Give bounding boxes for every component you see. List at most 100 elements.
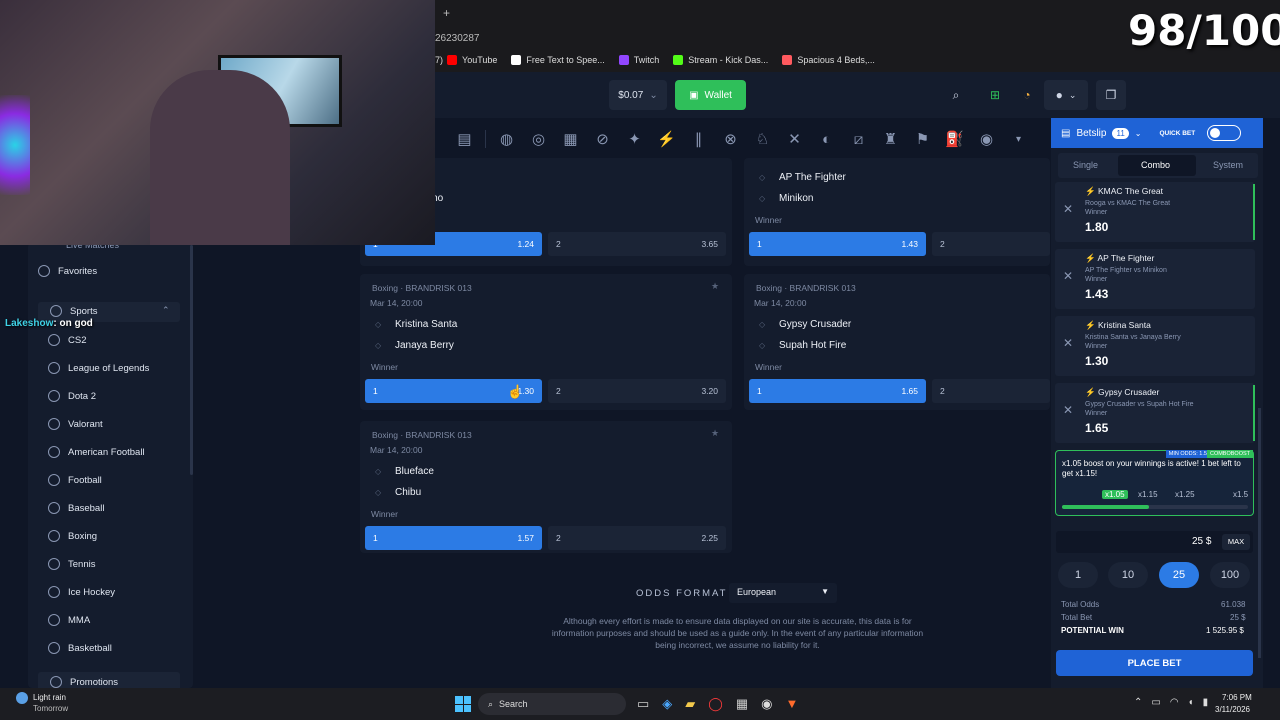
sidebar-item-lol[interactable]: League of Legends <box>48 362 149 374</box>
bookmark-twitch[interactable]: Twitch <box>618 55 659 65</box>
chrome-icon[interactable]: ◉ <box>761 696 772 712</box>
esports-icon[interactable]: ▤ <box>453 130 476 148</box>
racing-icon[interactable]: ⚑ <box>911 130 934 148</box>
odd-button-2[interactable]: 2 3.20 <box>548 379 726 403</box>
betslip-scrollbar[interactable] <box>1258 408 1261 658</box>
sidebar-scrollbar[interactable] <box>190 245 193 475</box>
baseball-icon <box>48 502 60 514</box>
mma-icon <box>48 614 60 626</box>
wifi-icon[interactable]: ◠ <box>1170 697 1179 708</box>
tennis-icon[interactable]: ⊘ <box>591 130 614 148</box>
boxing-icon[interactable]: ✦ <box>623 130 646 148</box>
sidebar-item-baseball[interactable]: Baseball <box>48 502 104 514</box>
bookmark-tts[interactable]: Free Text to Spee... <box>511 55 605 65</box>
bell-icon[interactable]: ◔ <box>1012 80 1042 110</box>
taskbar-search[interactable]: ⌕ Search <box>478 693 626 715</box>
league-icon[interactable]: ◐ <box>815 131 838 148</box>
new-tab-button[interactable]: + <box>443 6 450 20</box>
badminton-icon[interactable]: ⊗ <box>719 130 742 148</box>
horse-icon[interactable]: ♘ <box>751 130 774 148</box>
weather-text[interactable]: Light rain <box>33 693 66 702</box>
odd-button-1[interactable]: 1 1.57 <box>365 526 542 550</box>
search-icon[interactable]: ⌕ <box>941 80 971 110</box>
user-menu-button[interactable]: ● ⌄ <box>1044 80 1088 110</box>
brave-icon[interactable]: ▼ <box>786 696 799 712</box>
stake-chip-1[interactable]: 1 <box>1058 562 1098 588</box>
valorant-icon[interactable]: ✕ <box>783 130 806 148</box>
basketball-icon[interactable]: ◎ <box>527 130 550 148</box>
volume-icon[interactable]: ◖ <box>1188 697 1194 708</box>
odd-button-2[interactable]: 2 <box>932 232 1050 256</box>
store-icon[interactable]: ▦ <box>736 696 748 712</box>
place-bet-button[interactable]: PLACE BET <box>1056 650 1253 676</box>
battery-icon[interactable]: ▮ <box>1203 697 1209 708</box>
special-icon[interactable]: ⚡ <box>655 130 678 148</box>
close-icon[interactable]: ✕ <box>1063 403 1073 417</box>
bookmark-youtube[interactable]: YouTube <box>447 55 497 65</box>
clock-time[interactable]: 7:06 PM <box>1222 693 1252 702</box>
close-icon[interactable]: ✕ <box>1063 269 1073 283</box>
copilot-icon[interactable]: ◈ <box>662 696 672 712</box>
market-label: Winner <box>755 215 782 225</box>
balance-dropdown[interactable]: $0.07 ⌄ <box>609 80 667 110</box>
stake-chip-25[interactable]: 25 <box>1159 562 1199 588</box>
bookmark-kick[interactable]: Stream - Kick Das... <box>673 55 768 65</box>
chevron-up-icon[interactable]: ⌃ <box>1134 697 1142 708</box>
odd-button-1[interactable]: 1 1.65 <box>749 379 926 403</box>
sidebar-item-tennis[interactable]: Tennis <box>48 558 95 570</box>
sidebar-item-valorant[interactable]: Valorant <box>48 418 103 430</box>
odds-format-select[interactable]: European ▼ <box>729 583 837 603</box>
tab-single[interactable]: Single <box>1073 160 1098 170</box>
file-explorer-icon[interactable]: ▰ <box>685 696 695 712</box>
max-button[interactable]: MAX <box>1222 534 1250 550</box>
weather-icon[interactable] <box>16 692 28 704</box>
chevron-down-icon[interactable]: ⌄ <box>1135 129 1142 138</box>
star-icon[interactable]: ★ <box>711 281 719 292</box>
cricket-icon[interactable]: ∥ <box>687 130 710 148</box>
market-label: Winner <box>371 509 398 519</box>
dota-icon[interactable]: ⧄ <box>847 131 870 148</box>
task-view-icon[interactable]: ▭ <box>637 696 649 712</box>
odd-button-1[interactable]: 1 1.43 <box>749 232 926 256</box>
system-tray: ⌃ ▭ ◠ ◖ ▮ <box>1134 697 1208 708</box>
toggle-knob <box>1210 128 1221 138</box>
sidebar-item-dota2[interactable]: Dota 2 <box>48 390 96 402</box>
odd-button-2[interactable]: 2 3.65 <box>548 232 726 256</box>
quick-bet-toggle[interactable] <box>1207 125 1242 141</box>
close-icon[interactable]: ✕ <box>1063 202 1073 216</box>
stake-chip-10[interactable]: 10 <box>1108 562 1148 588</box>
sidebar-item-promotions[interactable]: Promotions <box>50 676 118 688</box>
bookmark-airbnb[interactable]: Spacious 4 Beds,... <box>782 55 875 65</box>
wallet-button[interactable]: ▣ Wallet <box>675 80 746 110</box>
windows-start-icon[interactable] <box>455 696 471 712</box>
motorsport-icon[interactable]: ⛽ <box>943 130 966 148</box>
stake-chip-100[interactable]: 100 <box>1210 562 1250 588</box>
chevron-up-icon[interactable]: ⌃ <box>162 305 170 316</box>
star-icon[interactable]: ★ <box>711 428 719 439</box>
tab-system[interactable]: System <box>1213 160 1243 170</box>
gift-icon[interactable]: ⊞ <box>980 80 1010 110</box>
sidebar-item-sports[interactable]: Sports <box>50 305 97 317</box>
odd-button-2[interactable]: 2 <box>932 379 1050 403</box>
sidebar-item-basketball[interactable]: Basketball <box>48 642 112 654</box>
monitor-icon[interactable]: ▭ <box>1151 697 1160 708</box>
tab-combo[interactable]: Combo <box>1141 160 1170 170</box>
sidebar-item-football[interactable]: Football <box>48 474 102 486</box>
football-icon[interactable]: ◍ <box>495 130 518 148</box>
clock-date[interactable]: 3/11/2026 <box>1215 705 1250 714</box>
sidebar-item-mma[interactable]: MMA <box>48 614 90 626</box>
boost-level: x1.5 <box>1233 490 1249 499</box>
sidebar-item-cs2[interactable]: CS2 <box>48 334 86 346</box>
close-icon[interactable]: ✕ <box>1063 336 1073 350</box>
sidebar-item-ice-hockey[interactable]: Ice Hockey <box>48 586 115 598</box>
sidebar-item-american-football[interactable]: American Football <box>48 446 145 458</box>
chevron-down-icon[interactable]: ▾ <box>1007 134 1030 145</box>
chat-icon[interactable]: ❐ <box>1096 80 1126 110</box>
chess-icon[interactable]: ♜ <box>879 130 902 148</box>
globe-icon[interactable]: ◉ <box>975 130 998 148</box>
sidebar-item-boxing[interactable]: Boxing <box>48 530 97 542</box>
odd-button-2[interactable]: 2 2.25 <box>548 526 726 550</box>
sidebar-item-favorites[interactable]: Favorites <box>38 265 97 277</box>
opera-icon[interactable]: ◯ <box>708 696 723 712</box>
mma-icon[interactable]: ▦ <box>559 130 582 148</box>
